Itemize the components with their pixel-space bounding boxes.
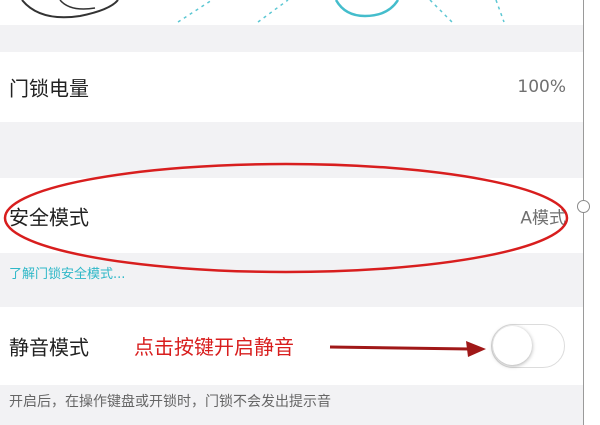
highlight-ellipse: [3, 162, 569, 274]
annotation-arrow-line: [329, 345, 471, 351]
scroll-handle[interactable]: [577, 200, 590, 213]
settings-screen: 门锁电量 100% 安全模式 A模式 了解门锁安全模式... 静音模式 开启后，…: [0, 0, 583, 425]
annotation-text: 点击按键开启静音: [134, 335, 294, 359]
annotation-overlay: [3, 162, 569, 357]
annotation-arrow-head: [466, 341, 486, 357]
